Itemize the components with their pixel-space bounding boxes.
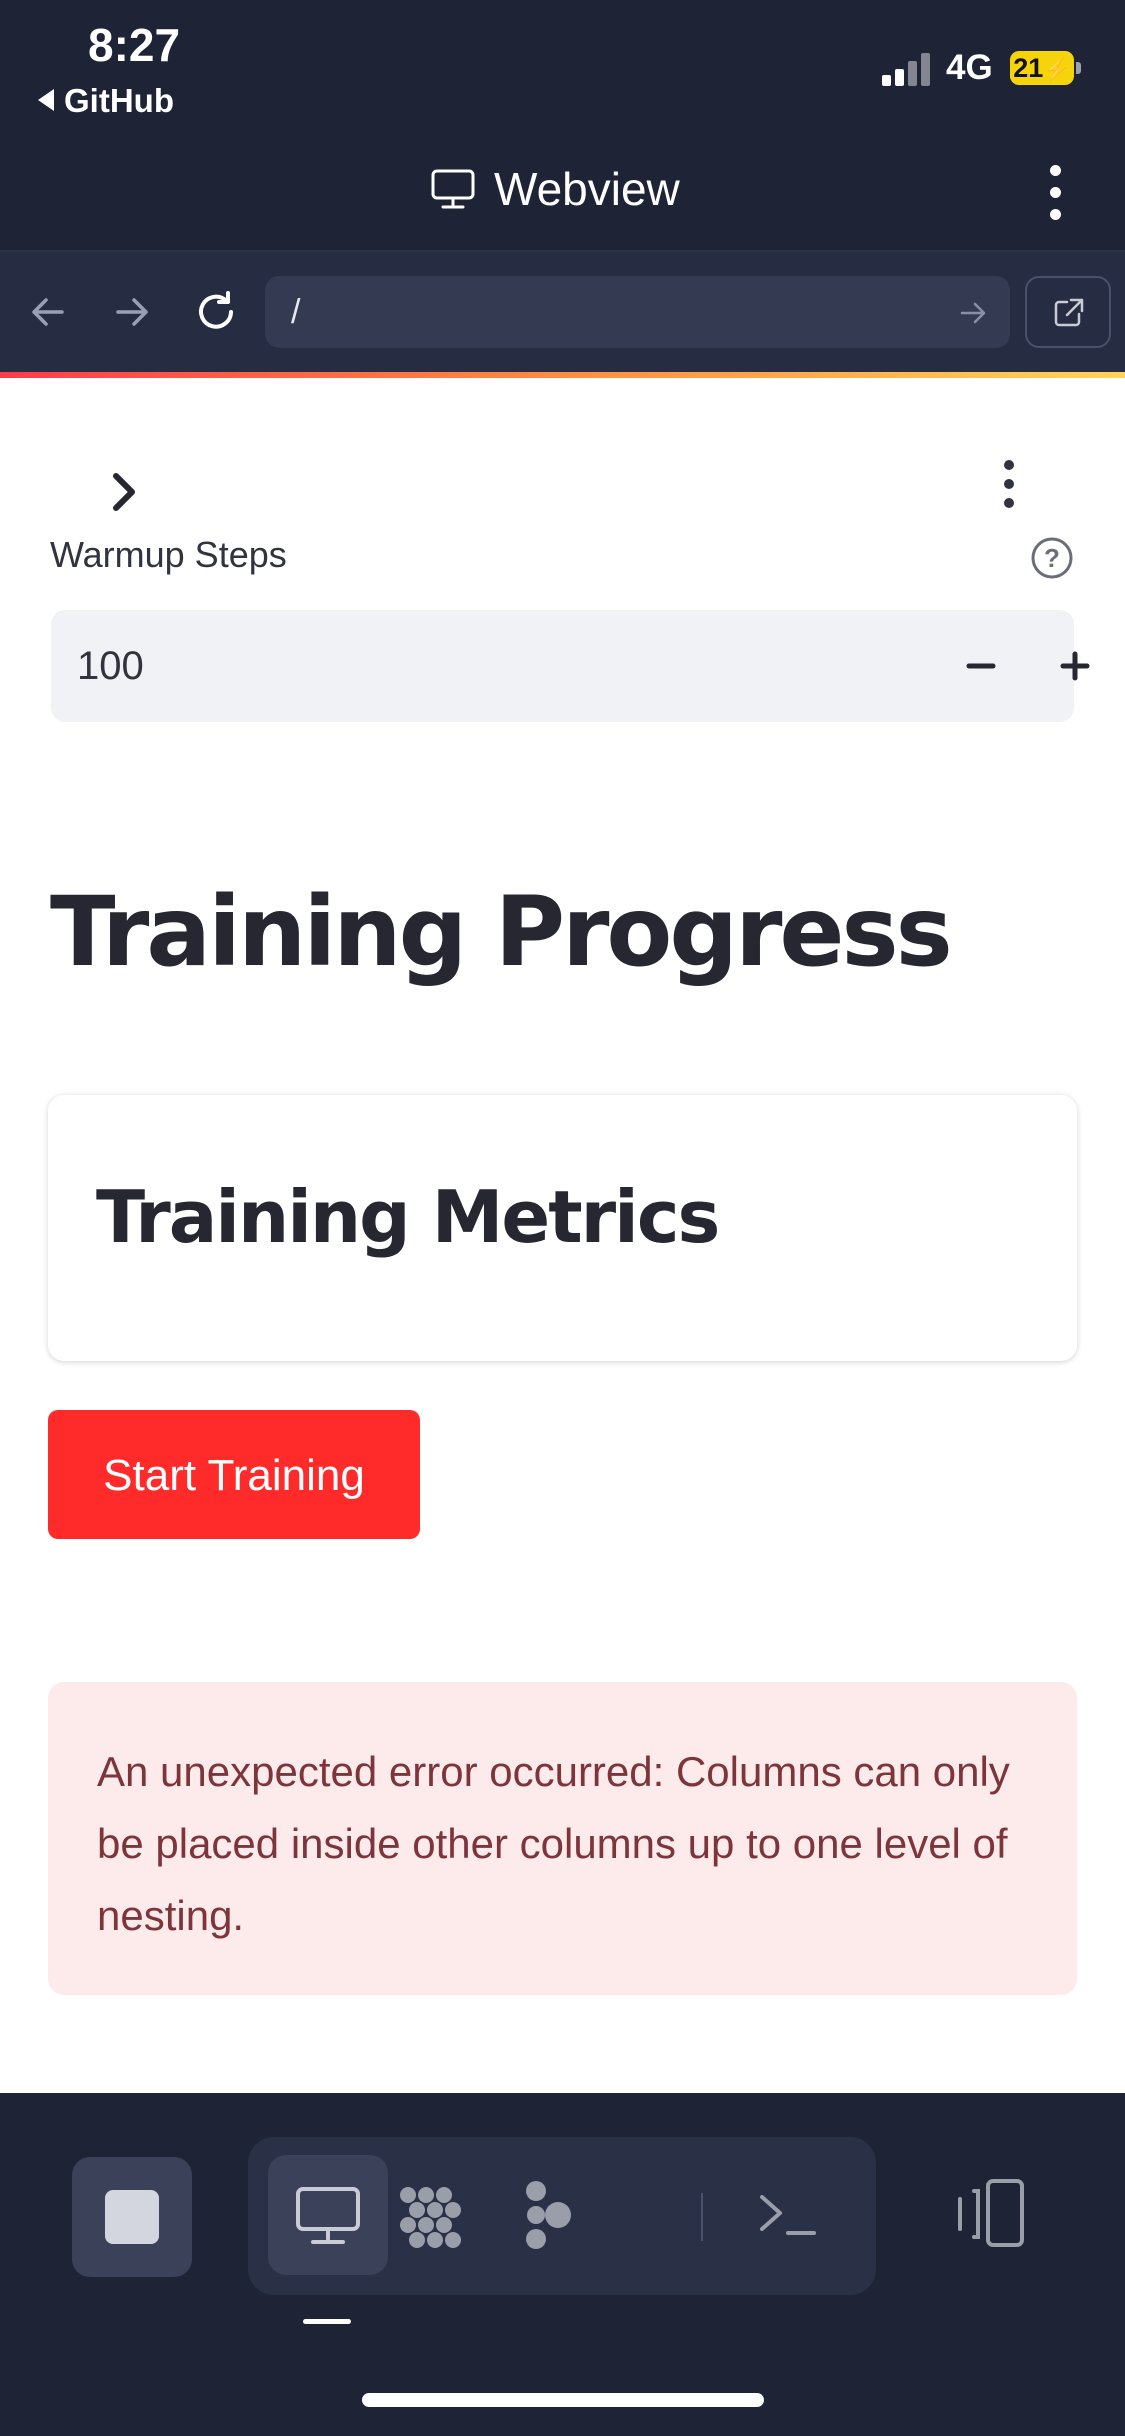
arrow-right-icon[interactable] bbox=[958, 298, 988, 328]
webview-title-bar: Webview bbox=[0, 130, 1125, 252]
bottom-toolbar bbox=[0, 2093, 1125, 2436]
training-progress-heading: Training Progress bbox=[50, 876, 953, 988]
training-metrics-heading: Training Metrics bbox=[96, 1175, 720, 1259]
tab-graph[interactable] bbox=[488, 2155, 608, 2275]
tab-separator bbox=[701, 2193, 703, 2241]
reload-button[interactable] bbox=[192, 288, 240, 336]
tab-terminal[interactable] bbox=[728, 2155, 848, 2275]
view-tab-group bbox=[248, 2137, 876, 2295]
back-to-app-button[interactable]: GitHub bbox=[38, 82, 174, 120]
monitor-icon bbox=[431, 169, 475, 209]
back-triangle-icon bbox=[38, 89, 54, 112]
back-button[interactable] bbox=[24, 288, 72, 336]
stop-icon bbox=[105, 2190, 159, 2244]
warmup-steps-input[interactable]: 100 bbox=[51, 610, 1090, 722]
open-external-button[interactable] bbox=[1025, 276, 1111, 348]
page-title: Webview bbox=[494, 163, 680, 215]
node-graph-icon bbox=[526, 2181, 571, 2249]
increment-button[interactable] bbox=[1041, 632, 1109, 700]
warmup-steps-label: Warmup Steps bbox=[50, 534, 287, 575]
url-input[interactable]: / bbox=[265, 276, 1010, 348]
decrement-button[interactable] bbox=[947, 632, 1015, 700]
home-indicator[interactable] bbox=[362, 2393, 764, 2407]
url-toolbar: / bbox=[0, 252, 1125, 372]
tab-components[interactable] bbox=[368, 2155, 488, 2275]
back-app-label: GitHub bbox=[64, 82, 174, 119]
reload-icon bbox=[199, 291, 233, 329]
cellular-signal-icon bbox=[882, 52, 934, 86]
title-group: Webview bbox=[430, 162, 680, 216]
battery-tip bbox=[1076, 62, 1081, 74]
device-toggle-icon[interactable] bbox=[952, 2177, 1028, 2253]
svg-text:?: ? bbox=[1044, 543, 1060, 573]
chevron-right-icon[interactable] bbox=[108, 470, 144, 514]
url-value: / bbox=[291, 293, 301, 331]
error-alert: An unexpected error occurred: Columns ca… bbox=[48, 1682, 1077, 1995]
forward-button[interactable] bbox=[108, 288, 156, 336]
training-metrics-card: Training Metrics bbox=[48, 1095, 1077, 1361]
loading-gradient-bar bbox=[0, 372, 1125, 378]
external-link-icon bbox=[1054, 298, 1084, 327]
terminal-icon bbox=[760, 2195, 816, 2235]
active-tab-indicator bbox=[303, 2319, 351, 2324]
app-menu-icon[interactable] bbox=[1004, 460, 1016, 517]
network-type: 4G bbox=[946, 48, 993, 87]
status-bar: 8:27 GitHub 4G 21⚡ bbox=[0, 0, 1125, 130]
stop-button[interactable] bbox=[72, 2157, 192, 2277]
arrow-left-icon bbox=[32, 298, 64, 326]
warmup-steps-value[interactable]: 100 bbox=[77, 610, 144, 722]
dots-grid-icon bbox=[400, 2187, 461, 2248]
start-training-button[interactable]: Start Training bbox=[48, 1410, 420, 1539]
question-circle-icon[interactable]: ? bbox=[1030, 536, 1074, 580]
more-vertical-icon[interactable] bbox=[1050, 165, 1064, 225]
battery-icon: 21⚡ bbox=[1010, 51, 1074, 85]
arrow-right-icon bbox=[116, 298, 148, 326]
status-time: 8:27 bbox=[88, 19, 181, 71]
battery-level: 21 bbox=[1013, 53, 1044, 83]
error-message: An unexpected error occurred: Columns ca… bbox=[97, 1748, 1010, 1939]
